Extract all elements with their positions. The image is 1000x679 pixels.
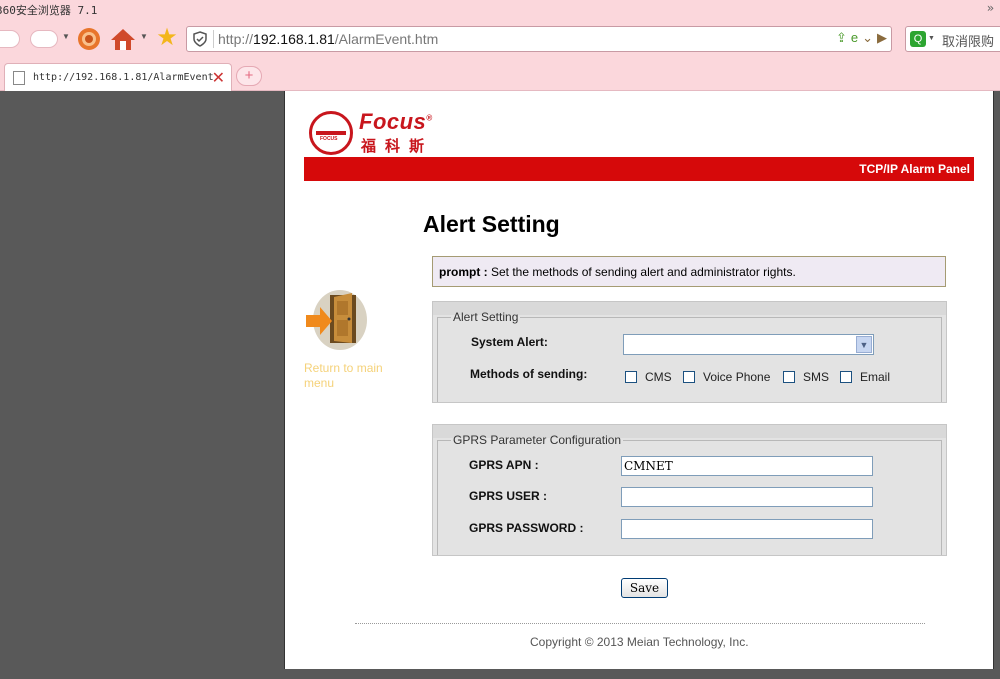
tab-strip: http://192.168.1.81/AlarmEvent ✕ + (0, 60, 1000, 91)
method-voice-phone-checkbox[interactable]: Voice Phone (683, 370, 770, 384)
share-icon[interactable]: ⇪ (836, 30, 847, 46)
alert-setting-panel: Alert Setting System Alert: ▼ Methods of… (432, 301, 947, 403)
prompt-box: prompt : Set the methods of sending aler… (432, 256, 946, 287)
address-bar[interactable]: http://192.168.1.81/AlarmEvent.htm ⇪ e ⌄… (186, 26, 892, 52)
address-url[interactable]: http://192.168.1.81/AlarmEvent.htm (218, 31, 438, 47)
footer-divider (355, 623, 925, 624)
cloud-icon[interactable] (0, 30, 20, 48)
gprs-password-label: GPRS PASSWORD : (469, 521, 584, 535)
method-label: CMS (645, 370, 672, 384)
gprs-legend: GPRS Parameter Configuration (453, 433, 622, 447)
system-alert-label: System Alert: (471, 335, 548, 349)
wings-icon[interactable] (30, 30, 58, 48)
page-title: Alert Setting (423, 211, 560, 237)
favorites-star-icon[interactable]: ★ (154, 24, 180, 51)
return-main-menu-link[interactable]: Return to main menu (304, 361, 404, 391)
method-email-checkbox[interactable]: Email (840, 370, 890, 384)
ie-compat-icon[interactable]: e (851, 30, 858, 46)
method-label: SMS (803, 370, 830, 384)
brand-name: Focus® (359, 109, 433, 134)
browser-title: 360安全浏览器 7.1 (0, 4, 98, 17)
status-bar (0, 669, 1000, 679)
search-icon[interactable]: Q (910, 31, 926, 47)
dropdown-arrow-icon[interactable]: ▼ (140, 32, 148, 41)
method-label: Voice Phone (703, 370, 771, 384)
chevron-down-icon[interactable]: ⌄ (862, 30, 873, 46)
copyright-text: Copyright © 2013 Meian Technology, Inc. (530, 635, 749, 649)
alert-setting-fieldset: Alert Setting (437, 310, 942, 402)
brand-name-cn: 福科斯 (361, 137, 434, 155)
tab-title: http://192.168.1.81/AlarmEvent (33, 72, 213, 83)
home-icon[interactable] (110, 26, 136, 52)
chevron-right-icon[interactable]: » (987, 1, 994, 15)
checkbox-box[interactable] (625, 371, 637, 383)
header-banner: TCP/IP Alarm Panel (304, 157, 974, 181)
system-alert-value (624, 337, 627, 351)
browser-title-bar: 360安全浏览器 7.1 » (0, 0, 1000, 18)
gprs-apn-label: GPRS APN : (469, 458, 539, 472)
close-icon[interactable]: ✕ (212, 68, 225, 88)
url-host: 192.168.1.81 (253, 31, 335, 47)
url-path: /AlarmEvent.htm (334, 31, 439, 47)
logo-mark (309, 111, 353, 155)
new-tab-button[interactable]: + (236, 66, 262, 86)
door-exit-icon[interactable] (304, 287, 370, 351)
url-prefix: http:// (218, 31, 254, 47)
method-sms-checkbox[interactable]: SMS (783, 370, 829, 384)
prompt-label: prompt : (439, 265, 488, 279)
checkbox-box[interactable] (783, 371, 795, 383)
checkbox-box[interactable] (683, 371, 695, 383)
search-engine-dropdown-icon[interactable]: ▼ (928, 35, 935, 42)
alert-setting-legend: Alert Setting (453, 310, 519, 324)
browser-toolbar: ▼ ▼ ★ http://192.168.1.81/AlarmEvent.htm… (0, 18, 1000, 60)
method-cms-checkbox[interactable]: CMS (625, 370, 672, 384)
shield-icon (192, 31, 208, 47)
gprs-user-label: GPRS USER : (469, 489, 548, 503)
gprs-apn-input[interactable] (621, 456, 873, 476)
panel-title: TCP/IP Alarm Panel (859, 162, 970, 176)
ie-mode-icon[interactable] (76, 26, 102, 52)
tab-alarm-event[interactable]: http://192.168.1.81/AlarmEvent ✕ (4, 63, 232, 91)
search-box[interactable]: Q ▼ 取消限购 (905, 26, 1000, 52)
gprs-panel: GPRS Parameter Configuration GPRS APN : … (432, 424, 947, 556)
prompt-text: Set the methods of sending alert and adm… (487, 265, 796, 279)
methods-label: Methods of sending: (470, 367, 588, 381)
system-alert-select[interactable]: ▼ (623, 334, 874, 355)
checkbox-box[interactable] (840, 371, 852, 383)
web-page: Focus® 福科斯 TCP/IP Alarm Panel Return to … (284, 91, 994, 669)
dropdown-arrow-icon[interactable]: ▼ (62, 32, 70, 41)
gprs-user-input[interactable] (621, 487, 873, 507)
save-button[interactable]: Save (621, 578, 668, 598)
chevron-down-icon[interactable]: ▼ (856, 336, 872, 353)
focus-logo: Focus® 福科斯 (309, 109, 469, 155)
gprs-password-input[interactable] (621, 519, 873, 539)
go-arrow-icon[interactable]: ▶ (877, 30, 887, 46)
search-input[interactable]: 取消限购 (942, 31, 994, 50)
method-label: Email (860, 370, 891, 384)
page-icon (13, 71, 25, 85)
